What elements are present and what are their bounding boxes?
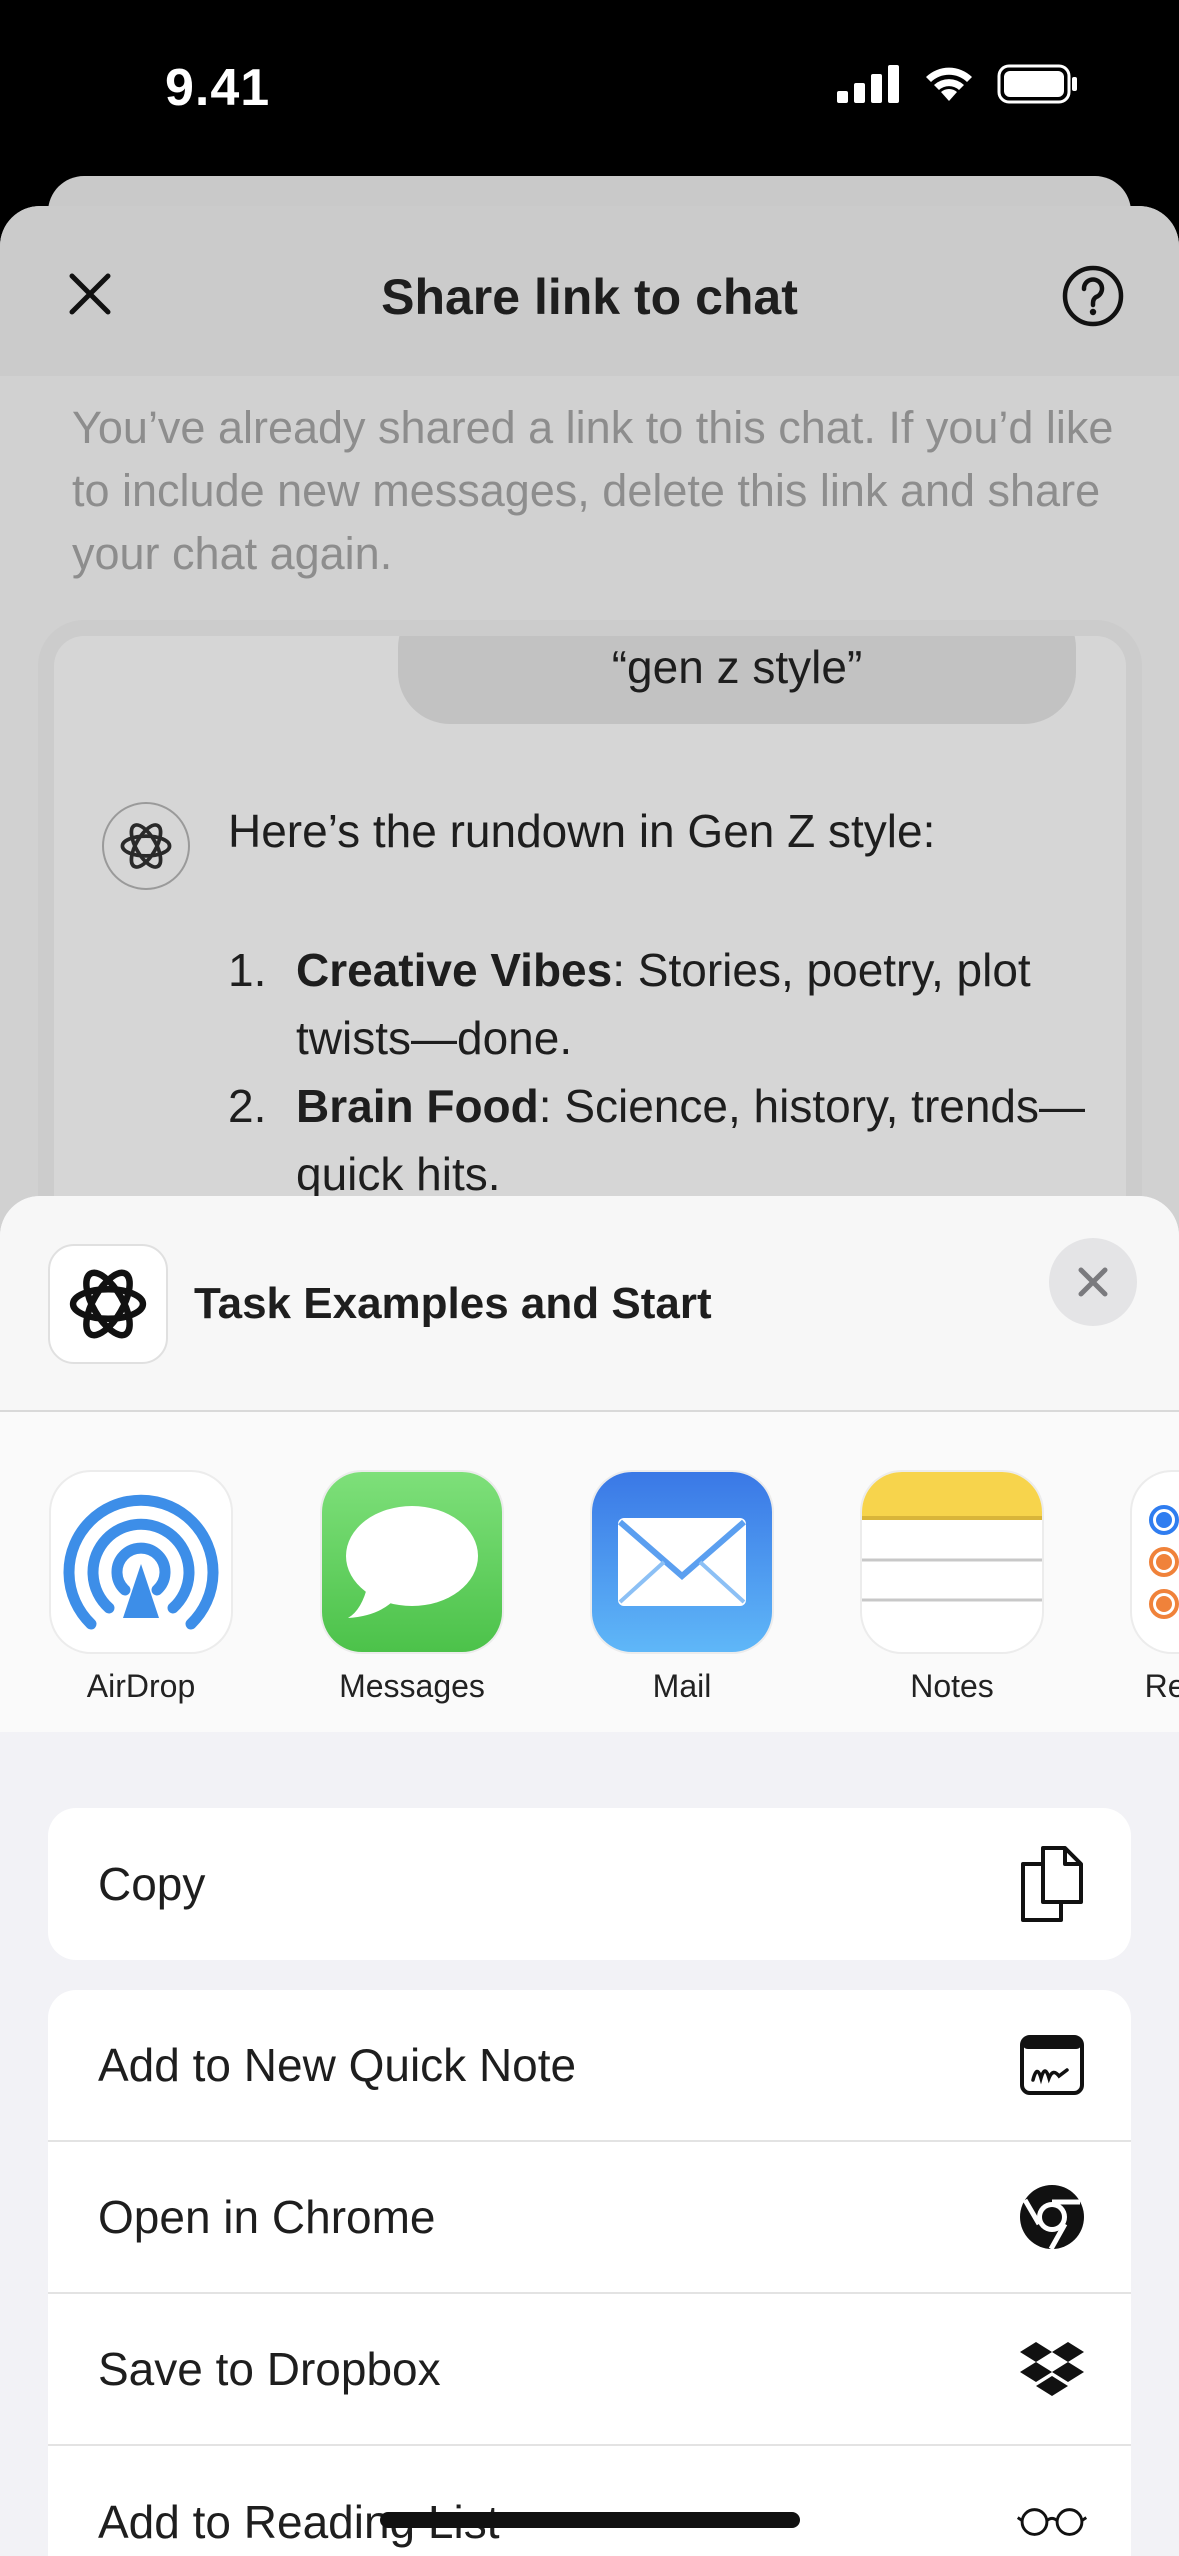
- action-label: Open in Chrome: [98, 2191, 436, 2243]
- openai-logo-icon: [102, 802, 190, 890]
- action-open-chrome[interactable]: Open in Chrome: [48, 2142, 1131, 2294]
- actions-group: Add to New Quick Note Open in Chrome Sav…: [48, 1990, 1131, 2556]
- messages-icon: [322, 1472, 502, 1652]
- assistant-list: 1. Creative Vibes: Stories, poetry, plot…: [228, 936, 1088, 1208]
- copy-icon: [1017, 1846, 1087, 1922]
- share-sheet-title: Task Examples and Start: [194, 1279, 712, 1328]
- status-bar: 9.41: [0, 0, 1179, 180]
- action-copy[interactable]: Copy: [48, 1808, 1131, 1960]
- share-app-label: Notes: [910, 1668, 994, 1704]
- share-link-title: Share link to chat: [381, 269, 798, 325]
- action-label: Save to Dropbox: [98, 2343, 441, 2395]
- chatgpt-app-icon: [48, 1244, 168, 1364]
- user-message-text: “gen z style”: [611, 641, 863, 693]
- airdrop-icon: [51, 1472, 231, 1652]
- share-link-info: You’ve already shared a link to this cha…: [72, 402, 1114, 579]
- openai-knot-icon: [120, 823, 172, 869]
- list-bold: Brain Food: [296, 1080, 539, 1132]
- list-bold: Creative Vibes: [296, 944, 613, 996]
- action-save-dropbox[interactable]: Save to Dropbox: [48, 2294, 1131, 2446]
- battery-icon: [997, 64, 1077, 104]
- home-indicator[interactable]: [380, 2512, 800, 2528]
- status-icons: [837, 64, 1079, 104]
- openai-knot-icon: [69, 1269, 147, 1339]
- share-app-notes[interactable]: Notes: [862, 1472, 1042, 1705]
- share-sheet-header: Task Examples and Start: [0, 1196, 1179, 1412]
- quick-note-icon: [1017, 2030, 1087, 2100]
- dropbox-icon: [1017, 2334, 1087, 2404]
- share-app-mail[interactable]: Mail: [592, 1472, 772, 1705]
- action-label: Copy: [98, 1858, 206, 1910]
- action-quick-note[interactable]: Add to New Quick Note: [48, 1990, 1131, 2142]
- list-item: 2. Brain Food: Science, history, trends—…: [228, 1072, 1088, 1208]
- list-body: Creative Vibes: Stories, poetry, plot tw…: [296, 936, 1088, 1072]
- share-app-messages[interactable]: Messages: [322, 1472, 502, 1705]
- assistant-intro: Here’s the rundown in Gen Z style:: [228, 805, 936, 857]
- list-number: 2.: [228, 1080, 267, 1132]
- list-number: 1.: [228, 944, 267, 996]
- close-icon: [1078, 1267, 1108, 1297]
- share-app-reminders[interactable]: Reminders: [1132, 1472, 1179, 1705]
- action-label: Add to New Quick Note: [98, 2039, 577, 2091]
- copy-group: Copy: [48, 1808, 1131, 1960]
- share-close-button[interactable]: [1049, 1238, 1137, 1326]
- wifi-icon: [926, 67, 972, 101]
- help-icon[interactable]: [1061, 264, 1125, 328]
- list-body: Brain Food: Science, history, trends—qui…: [296, 1072, 1088, 1208]
- status-time: 9.41: [165, 59, 271, 117]
- user-message-bubble: “gen z style”: [398, 636, 1076, 724]
- mail-icon: [592, 1472, 772, 1652]
- share-link-header: Share link to chat: [0, 206, 1179, 376]
- share-apps-row: AirDrop Messages Mail Notes Re: [0, 1412, 1179, 1732]
- action-reading-list[interactable]: Add to Reading List: [48, 2446, 1131, 2556]
- screen: 9.41 Share link to chat You’ve already s…: [0, 0, 1179, 2556]
- ios-share-sheet: Task Examples and Start AirDrop Messages…: [0, 1196, 1179, 2556]
- cellular-signal-icon: [837, 65, 899, 103]
- share-app-label: Reminders: [1144, 1668, 1179, 1704]
- reminders-icon: [1132, 1472, 1179, 1652]
- share-app-label: Mail: [652, 1668, 712, 1704]
- notes-icon: [862, 1472, 1042, 1652]
- chrome-icon: [1017, 2182, 1087, 2252]
- share-app-airdrop[interactable]: AirDrop: [51, 1472, 231, 1705]
- glasses-icon: [1017, 2487, 1087, 2556]
- share-app-label: Messages: [339, 1668, 485, 1704]
- list-item: 1. Creative Vibes: Stories, poetry, plot…: [228, 936, 1088, 1072]
- share-app-label: AirDrop: [86, 1668, 196, 1704]
